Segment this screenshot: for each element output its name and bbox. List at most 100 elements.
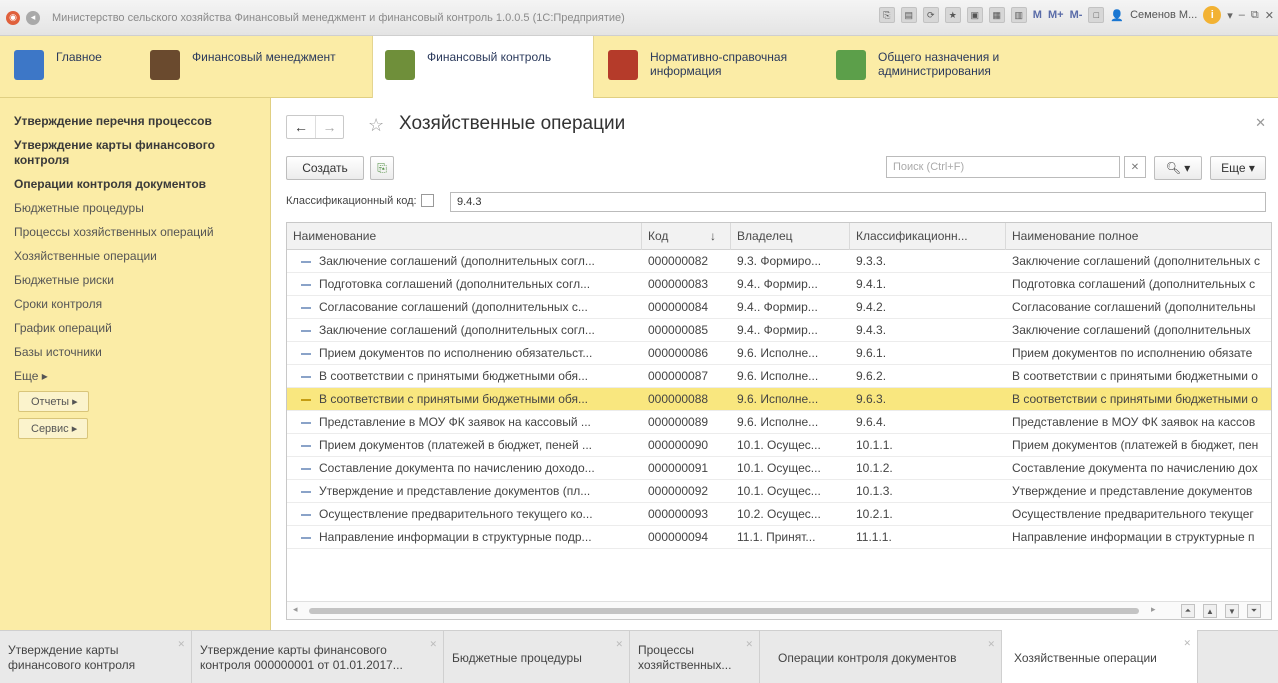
table-row[interactable]: В соответствии с принятыми бюджетными об… bbox=[287, 365, 1271, 388]
m-plus-button[interactable]: M+ bbox=[1048, 9, 1064, 21]
close-window-icon[interactable]: ✕ bbox=[1265, 9, 1274, 22]
reports-button[interactable]: Отчеты ▸ bbox=[18, 391, 89, 412]
table-cell: 000000090 bbox=[648, 438, 709, 452]
table-cell: 9.6. Исполне... bbox=[737, 369, 819, 383]
table-row[interactable]: Согласование соглашений (дополнительных … bbox=[287, 296, 1271, 319]
tab-processes[interactable]: Процессы хозяйственных... ✕ bbox=[630, 631, 760, 683]
row-marker-icon bbox=[301, 261, 311, 263]
more-button[interactable]: Еще ▾ bbox=[1210, 156, 1266, 180]
tab-approve-map-doc[interactable]: Утверждение карты финансового контроля 0… bbox=[192, 631, 444, 683]
history-icon[interactable]: ⟳ bbox=[922, 7, 939, 23]
nav-item-budget-risks[interactable]: Бюджетные риски bbox=[14, 273, 270, 288]
scroll-up-icon[interactable]: ▲ bbox=[1203, 604, 1217, 618]
nav-item-schedule[interactable]: График операций bbox=[14, 321, 270, 336]
table-row[interactable]: Заключение соглашений (дополнительных со… bbox=[287, 250, 1271, 273]
table-cell: Подготовка соглашений (дополнительных со… bbox=[319, 277, 591, 291]
nav-item-doc-control[interactable]: Операции контроля документов bbox=[14, 177, 270, 192]
tab-approve-map[interactable]: Утверждение карты финансового контроля ✕ bbox=[0, 631, 192, 683]
horizontal-scrollbar[interactable]: ◂ ▸ ⏶ ▲ ▼ ⏷ bbox=[287, 601, 1271, 619]
nav-item-approve-processes[interactable]: Утверждение перечня процессов bbox=[14, 114, 270, 129]
table-row[interactable]: Утверждение и представление документов (… bbox=[287, 480, 1271, 503]
close-tab-icon[interactable]: ✕ bbox=[745, 637, 753, 652]
print-icon[interactable]: ▤ bbox=[900, 7, 917, 23]
table-cell: В соответствии с принятыми бюджетными об… bbox=[319, 392, 589, 406]
table-row[interactable]: Прием документов (платежей в бюджет, пен… bbox=[287, 434, 1271, 457]
calc-icon[interactable]: ▥ bbox=[1010, 7, 1027, 23]
copy-icon[interactable]: ⎘ bbox=[370, 156, 394, 180]
tab-doc-control[interactable]: Операции контроля документов ✕ bbox=[760, 631, 1002, 683]
table-row[interactable]: Прием документов по исполнению обязатель… bbox=[287, 342, 1271, 365]
nav-item-process-operations[interactable]: Процессы хозяйственных операций bbox=[14, 225, 270, 240]
close-tab-icon[interactable]: ✕ bbox=[1183, 636, 1191, 651]
forward-arrow-icon[interactable]: → bbox=[315, 116, 343, 138]
tab-label: Утверждение карты финансового контроля bbox=[8, 643, 136, 672]
table-cell: 9.6. Исполне... bbox=[737, 415, 819, 429]
close-tab-icon[interactable]: ✕ bbox=[429, 637, 437, 652]
service-button[interactable]: Сервис ▸ bbox=[18, 418, 89, 439]
clear-search-icon[interactable]: ✕ bbox=[1124, 156, 1146, 178]
section-general[interactable]: Общего назначения и администрирования bbox=[836, 36, 1076, 98]
window-icon[interactable]: □ bbox=[1088, 7, 1105, 23]
section-fin-control[interactable]: Финансовый контроль bbox=[372, 36, 594, 99]
search-button[interactable]: 🔍︎ ▾ bbox=[1154, 156, 1202, 180]
table-row[interactable]: Заключение соглашений (дополнительных со… bbox=[287, 319, 1271, 342]
col-code[interactable]: Код ↓ bbox=[642, 223, 731, 250]
classif-checkbox[interactable] bbox=[420, 194, 434, 207]
nav-item-sources[interactable]: Базы источники bbox=[14, 345, 270, 360]
table-cell: Прием документов (платежей в бюджет, пен… bbox=[319, 438, 592, 452]
table-row[interactable]: Подготовка соглашений (дополнительных со… bbox=[287, 273, 1271, 296]
nav-item-approve-map[interactable]: Утверждение карты финансового контроля bbox=[14, 138, 254, 168]
section-main[interactable]: Главное bbox=[14, 36, 102, 98]
close-tab-icon[interactable]: ✕ bbox=[615, 637, 623, 652]
save-icon[interactable]: ▣ bbox=[966, 7, 983, 23]
col-classif[interactable]: Классификационн... bbox=[850, 223, 1006, 250]
link-icon[interactable]: ⎘ bbox=[878, 7, 895, 23]
close-tab-icon[interactable]: ✕ bbox=[177, 637, 185, 652]
books-icon bbox=[608, 50, 638, 80]
table-header: Наименование Код ↓ Владелец Классификацио… bbox=[287, 223, 1271, 250]
table-row[interactable]: Осуществление предварительного текущего … bbox=[287, 503, 1271, 526]
classif-field[interactable]: 9.4.3 bbox=[450, 192, 1266, 212]
user-name[interactable]: Семенов М... bbox=[1130, 9, 1197, 21]
favorite-star-icon[interactable]: ☆ bbox=[368, 115, 384, 136]
scrollbar-thumb[interactable] bbox=[309, 608, 1139, 614]
section-fin-management[interactable]: Финансовый менеджмент bbox=[150, 36, 336, 98]
scroll-top-icon[interactable]: ⏶ bbox=[1181, 604, 1195, 618]
user-icon: 👤 bbox=[1110, 9, 1125, 22]
col-fullname[interactable]: Наименование полное bbox=[1006, 223, 1271, 250]
nav-menu-icon[interactable]: ◂ bbox=[26, 10, 40, 25]
info-icon[interactable]: i bbox=[1203, 6, 1222, 24]
scroll-down-icon[interactable]: ▼ bbox=[1225, 604, 1239, 618]
close-tab-icon[interactable]: ✕ bbox=[987, 637, 995, 652]
scroll-bottom-icon[interactable]: ⏷ bbox=[1247, 604, 1261, 618]
create-button[interactable]: Создать bbox=[286, 156, 364, 180]
tab-business-operations[interactable]: Хозяйственные операции ✕ bbox=[1002, 630, 1198, 683]
scroll-right-icon[interactable]: ▸ bbox=[1151, 604, 1156, 615]
col-name[interactable]: Наименование bbox=[287, 223, 642, 250]
section-label: Нормативно-справочная информация bbox=[650, 50, 788, 78]
search-input[interactable]: Поиск (Ctrl+F) bbox=[886, 156, 1120, 178]
m-button[interactable]: M bbox=[1033, 9, 1042, 21]
scroll-left-icon[interactable]: ◂ bbox=[293, 604, 298, 615]
table-row[interactable]: В соответствии с принятыми бюджетными об… bbox=[287, 388, 1271, 411]
minimize-icon[interactable]: – bbox=[1239, 9, 1245, 21]
table-icon[interactable]: ▦ bbox=[988, 7, 1005, 23]
window-menu-icon[interactable]: ▾ bbox=[1227, 9, 1233, 22]
table-row[interactable]: Составление документа по начислению дохо… bbox=[287, 457, 1271, 480]
app-logo-icon[interactable]: ◉ bbox=[6, 10, 20, 25]
table-cell: 000000082 bbox=[648, 254, 709, 268]
nav-more[interactable]: Еще ▸ bbox=[14, 369, 270, 383]
maximize-icon[interactable]: ⧉ bbox=[1251, 9, 1259, 22]
nav-item-control-terms[interactable]: Сроки контроля bbox=[14, 297, 270, 312]
nav-item-business-operations[interactable]: Хозяйственные операции bbox=[14, 249, 270, 264]
back-arrow-icon[interactable]: ← bbox=[287, 116, 315, 138]
nav-item-budget-procedures[interactable]: Бюджетные процедуры bbox=[14, 201, 270, 216]
close-form-icon[interactable]: ✕ bbox=[1255, 115, 1266, 131]
tab-budget-procedures[interactable]: Бюджетные процедуры ✕ bbox=[444, 631, 630, 683]
favorites-icon[interactable]: ★ bbox=[944, 7, 961, 23]
col-owner[interactable]: Владелец bbox=[731, 223, 850, 250]
table-row[interactable]: Направление информации в структурные под… bbox=[287, 526, 1271, 549]
section-reference[interactable]: Нормативно-справочная информация bbox=[608, 36, 808, 98]
table-row[interactable]: Представление в МОУ ФК заявок на кассовы… bbox=[287, 411, 1271, 434]
m-minus-button[interactable]: M- bbox=[1070, 9, 1083, 21]
